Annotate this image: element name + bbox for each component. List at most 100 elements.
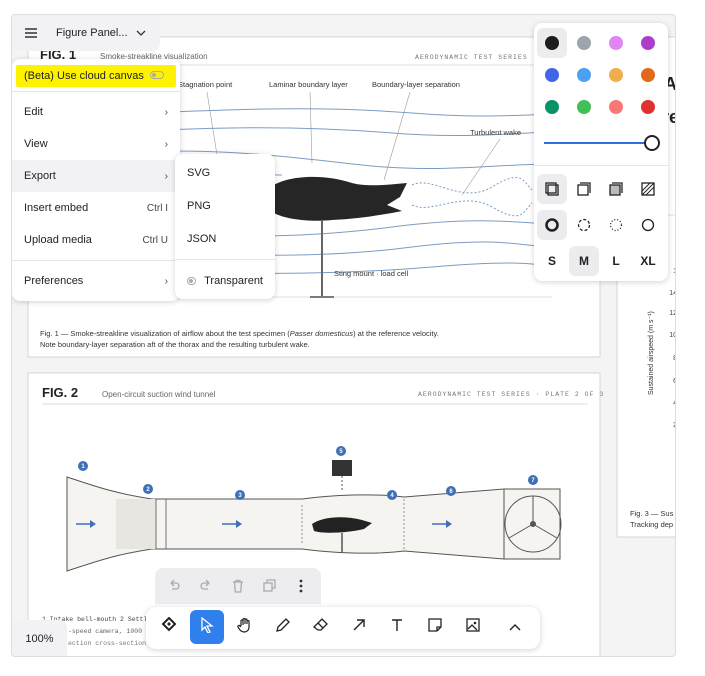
label-separation: Boundary-layer separation bbox=[372, 80, 460, 89]
camera bbox=[332, 460, 352, 476]
file-menu-bar: Figure Panel... bbox=[12, 15, 160, 51]
figure3-tick: 1 bbox=[673, 268, 676, 275]
label-wake: Turbulent wake bbox=[470, 128, 521, 137]
color-swatch[interactable] bbox=[609, 36, 623, 50]
menu-item-label: Edit bbox=[24, 106, 43, 118]
arrow-icon bbox=[351, 617, 367, 638]
figure3-tick: 8 bbox=[673, 355, 676, 362]
figure3-tick: 10 bbox=[669, 332, 676, 339]
style-panel: S M L XL bbox=[534, 23, 668, 281]
export-json[interactable]: JSON bbox=[175, 222, 275, 255]
label-laminar: Laminar boundary layer bbox=[269, 80, 348, 89]
color-swatch[interactable] bbox=[641, 36, 655, 50]
color-swatch[interactable] bbox=[545, 100, 559, 114]
fill-semi-icon[interactable] bbox=[577, 182, 591, 201]
menu-item-insert-embed[interactable]: Insert embed Ctrl I bbox=[12, 192, 180, 224]
chevron-down-icon[interactable] bbox=[136, 28, 146, 39]
menu-item-label: Insert embed bbox=[24, 202, 89, 214]
color-swatch[interactable] bbox=[577, 68, 591, 82]
color-swatch[interactable] bbox=[577, 100, 591, 114]
export-transparent-toggle[interactable]: Transparent bbox=[175, 264, 275, 297]
slider-handle[interactable] bbox=[644, 135, 660, 151]
color-swatch[interactable] bbox=[641, 100, 655, 114]
color-swatch[interactable] bbox=[609, 100, 623, 114]
tool-arrow[interactable] bbox=[342, 610, 376, 644]
menu-item-edit[interactable]: Edit › bbox=[12, 96, 180, 128]
trash-icon[interactable] bbox=[231, 579, 245, 598]
toggle-icon[interactable] bbox=[150, 70, 164, 82]
size-l[interactable]: L bbox=[601, 254, 631, 268]
tool-eraser[interactable] bbox=[304, 610, 338, 644]
color-swatch[interactable] bbox=[577, 36, 591, 50]
menu-item-cloud-canvas[interactable]: (Beta) Use cloud canvas bbox=[16, 65, 176, 87]
tool-draw[interactable] bbox=[266, 610, 300, 644]
chevron-right-icon: › bbox=[164, 106, 168, 118]
figure3-caption: Fig. 3 — Sus bbox=[630, 509, 674, 518]
tool-text[interactable] bbox=[380, 610, 414, 644]
chevron-right-icon: › bbox=[164, 138, 168, 150]
duplicate-icon[interactable] bbox=[263, 579, 277, 598]
eraser-icon bbox=[313, 617, 329, 638]
opacity-slider[interactable] bbox=[544, 135, 660, 151]
tool-lasso[interactable] bbox=[152, 610, 186, 644]
menu-item-label: Preferences bbox=[24, 275, 84, 287]
chevron-right-icon: › bbox=[164, 170, 168, 182]
zoom-button[interactable]: 100% bbox=[12, 620, 67, 656]
figure2-title: FIG. 2 bbox=[42, 385, 78, 400]
export-png[interactable]: PNG bbox=[175, 189, 275, 222]
figure1-caption-line2: Note boundary-layer separation aft of th… bbox=[40, 340, 310, 349]
hamburger-icon[interactable] bbox=[20, 22, 42, 44]
figure3-ylabel: Sustained airspeed (m s⁻¹) bbox=[648, 311, 655, 395]
color-swatch[interactable] bbox=[609, 68, 623, 82]
lasso-icon bbox=[161, 616, 177, 638]
dash-draw-icon[interactable] bbox=[545, 218, 559, 237]
text-icon bbox=[389, 617, 405, 638]
figure2-caption-line2: -speed camera, 1000 fps bbox=[68, 628, 158, 635]
size-s[interactable]: S bbox=[537, 254, 567, 268]
label-sting: Sting mount · load cell bbox=[334, 269, 409, 278]
shortcut-label: Ctrl U bbox=[142, 234, 168, 246]
redo-icon[interactable] bbox=[199, 579, 213, 598]
hand-icon bbox=[237, 617, 253, 638]
main-menu: (Beta) Use cloud canvas Edit › View › Ex… bbox=[12, 59, 180, 301]
document-title[interactable]: Figure Panel... bbox=[56, 27, 128, 39]
more-icon[interactable] bbox=[299, 579, 303, 598]
figure3-tick: 4 bbox=[673, 400, 676, 407]
pointer-icon bbox=[200, 616, 214, 638]
menu-item-upload-media[interactable]: Upload media Ctrl U bbox=[12, 224, 180, 256]
tool-media[interactable] bbox=[456, 610, 490, 644]
fill-none-icon[interactable] bbox=[545, 182, 559, 201]
tool-select[interactable] bbox=[190, 610, 224, 644]
tool-hand[interactable] bbox=[228, 610, 262, 644]
divider bbox=[12, 260, 180, 261]
divider bbox=[175, 259, 275, 260]
figure2-series: AERODYNAMIC TEST SERIES · PLATE 2 OF 3 bbox=[418, 391, 604, 398]
chevron-right-icon: › bbox=[164, 275, 168, 287]
color-swatch[interactable] bbox=[641, 68, 655, 82]
size-xl[interactable]: XL bbox=[633, 254, 663, 268]
tool-more[interactable] bbox=[498, 610, 532, 644]
size-m[interactable]: M bbox=[569, 254, 599, 268]
menu-item-export[interactable]: Export › bbox=[12, 160, 180, 192]
label-stagnation: Stagnation point bbox=[178, 80, 233, 89]
undo-icon[interactable] bbox=[167, 579, 181, 598]
sticky-note-icon bbox=[427, 617, 443, 638]
figure1-caption: Fig. 1 — Smoke-streakline visualization … bbox=[40, 329, 439, 338]
tool-note[interactable] bbox=[418, 610, 452, 644]
toggle-icon[interactable] bbox=[187, 276, 197, 285]
figure3-caption-line2: Tracking dep bbox=[630, 520, 673, 529]
figure2-subtitle: Open-circuit suction wind tunnel bbox=[102, 390, 216, 399]
dash-dotted-icon[interactable] bbox=[609, 218, 623, 237]
menu-item-label: Export bbox=[24, 170, 56, 182]
divider bbox=[534, 165, 668, 166]
dash-solid-icon[interactable] bbox=[641, 218, 655, 237]
figure2-caption-line3: ection cross-section bbox=[68, 640, 146, 647]
fill-solid-icon[interactable] bbox=[609, 182, 623, 201]
color-swatch[interactable] bbox=[545, 36, 559, 50]
export-svg[interactable]: SVG bbox=[175, 156, 275, 189]
dash-dashed-icon[interactable] bbox=[577, 218, 591, 237]
menu-item-view[interactable]: View › bbox=[12, 128, 180, 160]
menu-item-preferences[interactable]: Preferences › bbox=[12, 265, 180, 297]
fill-pattern-icon[interactable] bbox=[641, 182, 655, 201]
color-swatch[interactable] bbox=[545, 68, 559, 82]
